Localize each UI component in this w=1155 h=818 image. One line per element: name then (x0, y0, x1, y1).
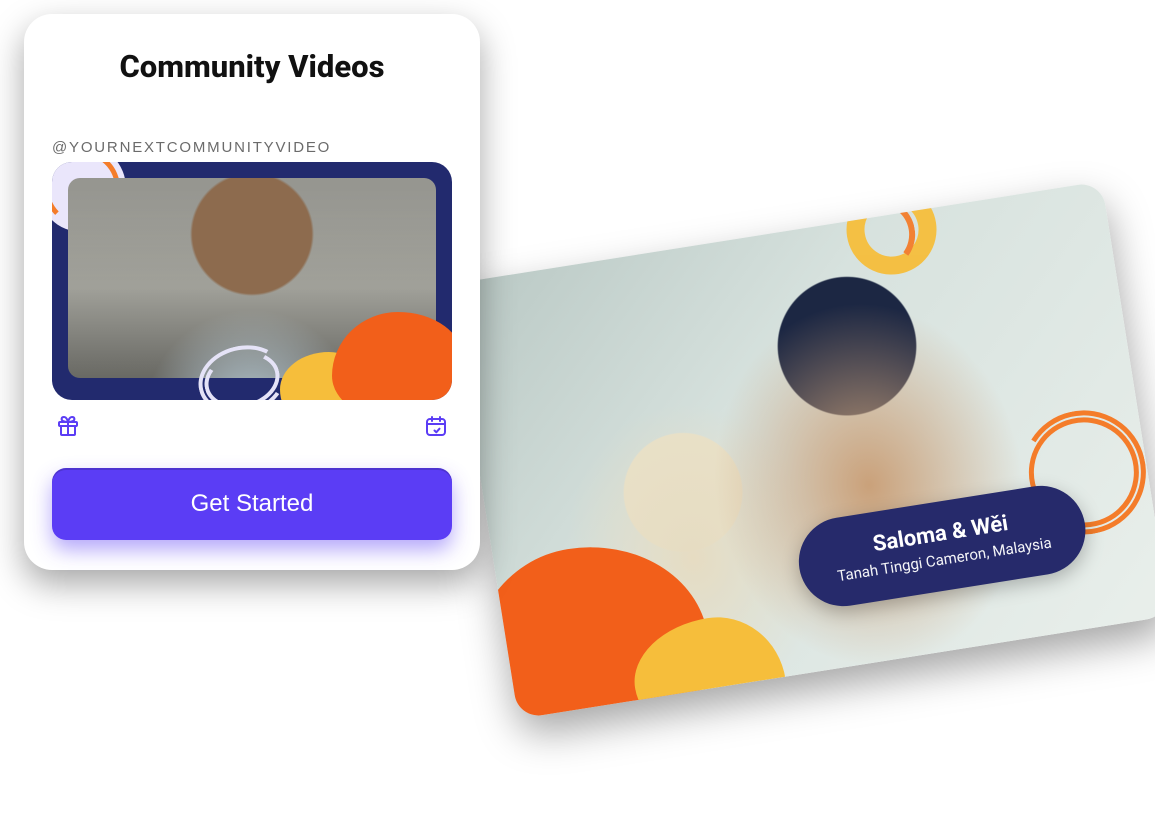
get-started-button-label: Get Started (191, 490, 314, 517)
card-title: Community Videos (52, 48, 452, 85)
decoration-ring-yellow (840, 181, 943, 281)
video-thumbnail[interactable] (52, 162, 452, 400)
photo-card: Saloma & Wěi Tanah Tinggi Cameron, Malay… (450, 181, 1155, 719)
icon-row (52, 414, 452, 442)
gift-icon[interactable] (56, 414, 80, 442)
calendar-icon[interactable] (424, 414, 448, 442)
social-handle: @YOURNEXTCOMMUNITYVIDEO (52, 139, 452, 156)
community-videos-card: Community Videos @YOURNEXTCOMMUNITYVIDEO (24, 14, 480, 570)
photo-caption: Saloma & Wěi Tanah Tinggi Cameron, Malay… (793, 479, 1092, 612)
get-started-button[interactable]: Get Started (52, 468, 452, 540)
